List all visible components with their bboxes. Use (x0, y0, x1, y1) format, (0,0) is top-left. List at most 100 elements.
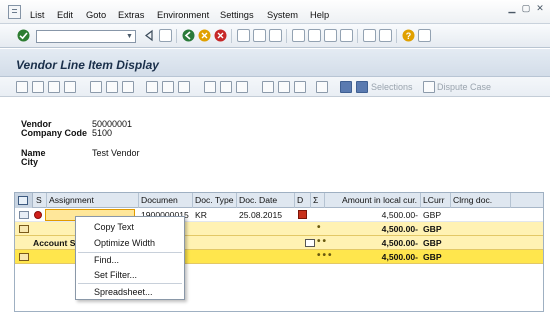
toolbar-separator (231, 29, 232, 43)
amount-cell: 4,500.00- (381, 224, 418, 234)
selections-label[interactable]: Selections (371, 82, 413, 92)
print-icon[interactable] (237, 29, 250, 42)
choose-layout-icon[interactable] (220, 81, 232, 93)
display-document-icon[interactable] (16, 81, 28, 93)
back-icon[interactable] (182, 29, 195, 42)
col-doc-date[interactable]: Doc. Date (237, 193, 295, 208)
cancel-icon[interactable] (214, 29, 227, 42)
exit-icon[interactable] (198, 29, 211, 42)
enter-icon[interactable] (17, 29, 30, 42)
new-session-icon[interactable] (363, 29, 376, 42)
print-preview-icon[interactable] (294, 81, 306, 93)
title-bar: Vendor Line Item Display (0, 49, 550, 77)
vendor-header: Vendor 50000001 Company Code 5100 Name T… (16, 112, 316, 172)
first-page-icon[interactable] (292, 29, 305, 42)
grid-header: S Assignment Documen Doc. Type Doc. Date… (15, 193, 543, 208)
col-sigma[interactable]: Σ (311, 193, 325, 208)
help-icon[interactable]: ? (402, 29, 415, 42)
col-amount[interactable]: Amount in local cur. (325, 193, 421, 208)
subtotal-level-icon: • (317, 222, 323, 233)
dispute-case-label[interactable]: Dispute Case (437, 82, 491, 92)
layout-icon[interactable] (204, 81, 216, 93)
menu-list[interactable]: List (30, 10, 44, 20)
print-icon (305, 239, 315, 247)
due-date-icon (298, 210, 307, 219)
grid-settings-icon[interactable] (18, 196, 28, 205)
page-title: Vendor Line Item Display (16, 58, 159, 72)
save-layout-icon[interactable] (236, 81, 248, 93)
menu-extras[interactable]: Extras (118, 10, 144, 20)
col-status[interactable]: S (34, 193, 47, 208)
col-clrng-doc[interactable]: Clrng doc. (451, 193, 511, 208)
lcurr-cell: GBP (423, 252, 442, 262)
col-doc-type[interactable]: Doc. Type (193, 193, 237, 208)
select-all-cell[interactable] (15, 193, 33, 208)
amount-cell: 4,500.00- (381, 210, 418, 220)
context-find[interactable]: Find... (94, 255, 119, 265)
save-icon[interactable] (159, 29, 172, 42)
lcurr-cell: GBP (423, 210, 442, 220)
menu-system[interactable]: System (267, 10, 298, 20)
chevron-down-icon[interactable]: ▼ (125, 32, 134, 41)
menu-edit[interactable]: Edit (57, 10, 73, 20)
context-set-filter[interactable]: Set Filter... (94, 270, 137, 280)
shortcut-icon[interactable] (379, 29, 392, 42)
context-menu: Copy Text Optimize Width Find... Set Fil… (75, 216, 185, 300)
lcurr-cell: GBP (423, 224, 442, 234)
col-lcurr[interactable]: LCurr (421, 193, 451, 208)
doc-type-cell: KR (195, 210, 207, 220)
find-icon[interactable] (122, 81, 134, 93)
document-overview-icon[interactable] (316, 81, 328, 93)
maximize-icon[interactable]: ▢ (520, 3, 532, 13)
customize-layout-icon[interactable] (418, 29, 431, 42)
menu-settings[interactable]: Settings (220, 10, 254, 20)
command-field[interactable]: ▼ (36, 30, 136, 43)
row-selector-icon[interactable] (19, 211, 29, 219)
context-copy-text[interactable]: Copy Text (94, 222, 134, 232)
deselect-all-icon[interactable] (64, 81, 76, 93)
last-page-icon[interactable] (340, 29, 353, 42)
context-optimize-width[interactable]: Optimize Width (94, 238, 155, 248)
name-value: Test Vendor (92, 148, 140, 158)
select-all-icon[interactable] (48, 81, 60, 93)
toolbar-separator (286, 29, 287, 43)
dispute-case-icon[interactable] (423, 81, 435, 93)
amount-cell: 4,500.00- (381, 252, 418, 262)
sort-ascending-icon[interactable] (90, 81, 102, 93)
col-d[interactable]: D (295, 193, 311, 208)
total-icon[interactable] (162, 81, 174, 93)
toolbar-separator (176, 29, 177, 43)
application-toolbar: Selections Dispute Case (0, 77, 550, 97)
minimize-icon[interactable]: ▁ (506, 3, 518, 13)
back-arrow-icon[interactable] (143, 29, 156, 42)
doc-date-cell: 25.08.2015 (239, 210, 283, 220)
context-separator (78, 252, 182, 253)
change-document-icon[interactable] (32, 81, 44, 93)
open-item-status-icon (34, 211, 42, 219)
next-page-icon[interactable] (324, 29, 337, 42)
system-menu-icon[interactable] (8, 5, 21, 19)
col-assignment[interactable]: Assignment (47, 193, 139, 208)
toolbar-separator (357, 29, 358, 43)
menu-help[interactable]: Help (310, 10, 329, 20)
subtotal-icon[interactable] (178, 81, 190, 93)
subtotal-icon (19, 225, 29, 233)
toolbar-separator (396, 29, 397, 43)
col-document[interactable]: Documen (139, 193, 193, 208)
svg-text:?: ? (406, 31, 412, 41)
previous-page-icon[interactable] (308, 29, 321, 42)
sort-descending-icon[interactable] (106, 81, 118, 93)
close-icon[interactable]: ✕ (534, 3, 546, 13)
chart-icon[interactable] (278, 81, 290, 93)
filter-icon[interactable] (146, 81, 158, 93)
context-spreadsheet[interactable]: Spreadsheet... (94, 287, 153, 297)
menu-environment[interactable]: Environment (157, 10, 209, 20)
find-next-icon[interactable] (269, 29, 282, 42)
lcurr-cell: GBP (423, 238, 442, 248)
menu-goto[interactable]: Goto (86, 10, 106, 20)
export-icon[interactable] (262, 81, 274, 93)
city-label: City (21, 157, 39, 167)
selections-icon[interactable] (356, 81, 368, 93)
info-icon[interactable] (340, 81, 352, 93)
find-icon[interactable] (253, 29, 266, 42)
